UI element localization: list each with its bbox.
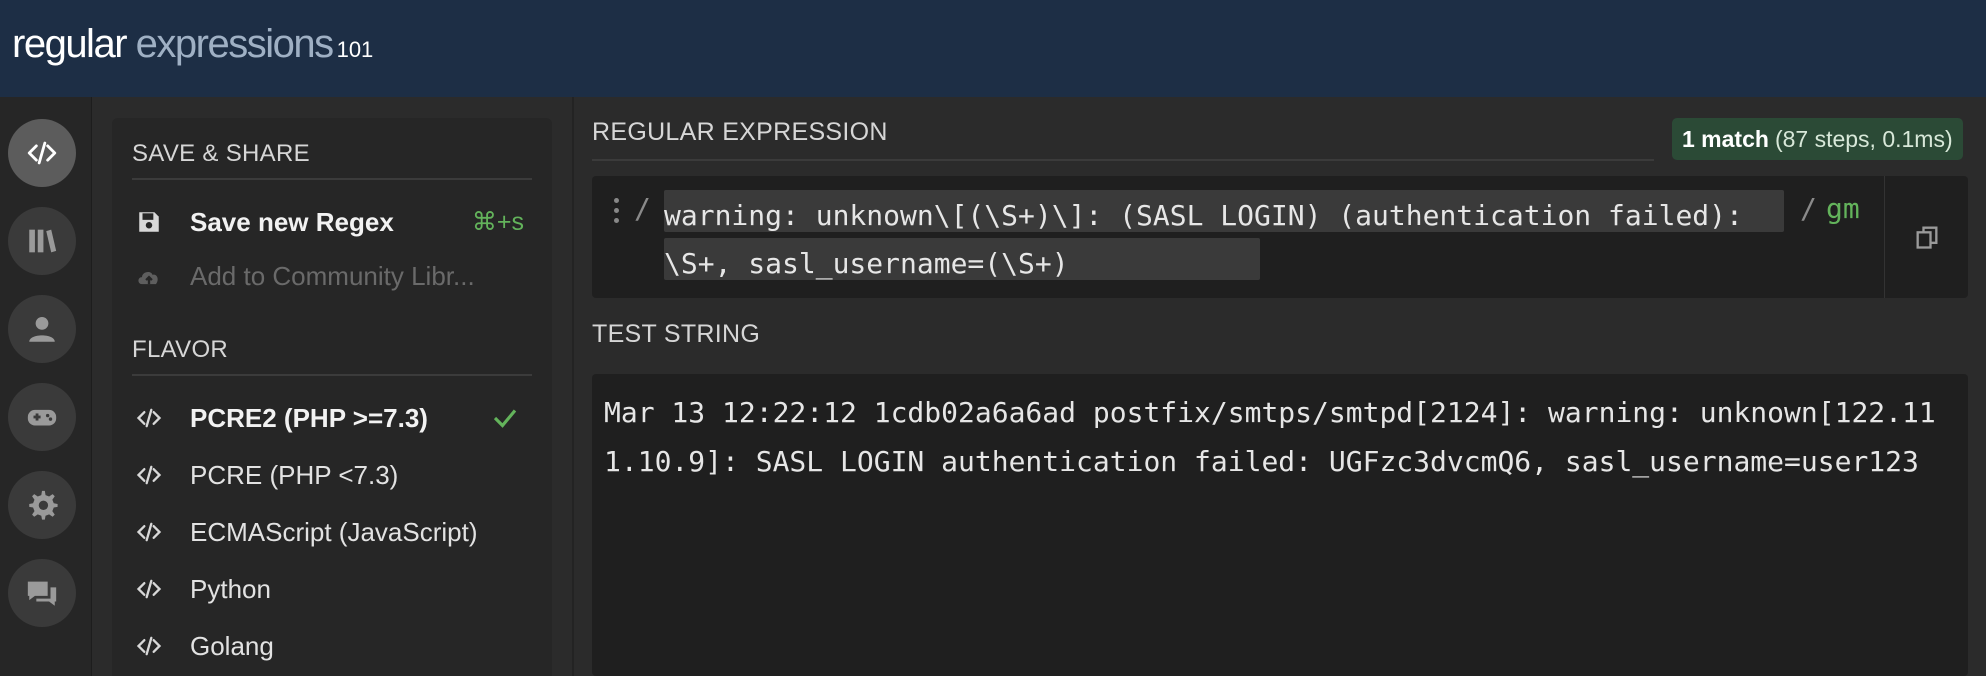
test-string-editor[interactable]: Mar 13 12:22:12 1cdb02a6a6ad postfix/smt…: [592, 374, 1968, 676]
code-icon: [132, 572, 166, 606]
test-string-input[interactable]: Mar 13 12:22:12 1cdb02a6a6ad postfix/smt…: [604, 388, 1956, 486]
user-icon: [29, 316, 55, 342]
nav-account[interactable]: [8, 295, 76, 363]
regex-delimiter-open: /: [634, 192, 651, 225]
sidebar-panel: SAVE & SHARE Save new Regex ⌘+s Add to C…: [112, 118, 552, 676]
check-icon: [493, 409, 517, 428]
divider: [132, 374, 532, 376]
code-icon: [132, 629, 166, 663]
flavor-label: PCRE2 (PHP >=7.3): [190, 402, 428, 433]
nav-quiz[interactable]: [8, 383, 76, 451]
regex-flags-button[interactable]: gm: [1826, 192, 1860, 225]
app-logo[interactable]: regular expressions 101: [12, 22, 373, 67]
flavor-ecmascript[interactable]: ECMAScript (JavaScript): [132, 508, 532, 556]
nav-settings[interactable]: [8, 471, 76, 539]
flavor-label: PCRE (PHP <7.3): [190, 459, 399, 490]
match-info-badge: 1 match (87 steps, 0.1ms): [1672, 118, 1963, 160]
floppy-icon: [132, 205, 166, 239]
icon-sidebar: [0, 97, 92, 676]
regex-input[interactable]: warning: unknown\[(\S+)\]: (SASL LOGIN) …: [664, 192, 1784, 288]
save-shortcut: ⌘+s: [471, 208, 524, 236]
regex-editor[interactable]: / warning: unknown\[(\S+)\]: (SASL LOGIN…: [592, 176, 1968, 298]
code-icon: [132, 458, 166, 492]
gamepad-icon: [27, 409, 57, 426]
flavor-label: Python: [190, 573, 271, 604]
regex-section-title: REGULAR EXPRESSION: [592, 118, 888, 146]
chat-icon: [27, 581, 57, 606]
add-to-community-label: Add to Community Libr...: [190, 260, 475, 291]
flavor-pcre2[interactable]: PCRE2 (PHP >=7.3): [132, 394, 532, 442]
add-to-community-button[interactable]: Add to Community Libr...: [132, 252, 532, 300]
drag-handle-icon[interactable]: [614, 198, 622, 228]
flavor-golang[interactable]: Golang: [132, 622, 532, 670]
divider: [572, 97, 574, 676]
flavor-label: ECMAScript (JavaScript): [190, 516, 478, 547]
divider: [592, 159, 1654, 161]
copy-regex-button[interactable]: [1884, 176, 1968, 298]
code-icon: [132, 401, 166, 435]
divider: [132, 178, 532, 180]
save-regex-button[interactable]: Save new Regex ⌘+s: [132, 198, 532, 246]
copy-icon: [1916, 226, 1937, 249]
match-count: 1 match: [1682, 125, 1769, 152]
save-regex-label: Save new Regex: [190, 206, 394, 237]
top-bar: regular expressions 101: [0, 0, 1986, 97]
nav-community[interactable]: [8, 559, 76, 627]
flavor-label: Golang: [190, 630, 274, 661]
flavor-pcre[interactable]: PCRE (PHP <7.3): [132, 451, 532, 499]
flavor-python[interactable]: Python: [132, 565, 532, 613]
match-stats: (87 steps, 0.1ms): [1774, 125, 1953, 152]
gear-icon: [29, 490, 58, 520]
code-icon: [27, 141, 57, 165]
regex-delimiter-close: /: [1800, 192, 1817, 225]
nav-library[interactable]: [8, 207, 76, 275]
save-share-title: SAVE & SHARE: [132, 140, 310, 167]
nav-regex-editor[interactable]: [8, 119, 76, 187]
flavor-title: FLAVOR: [132, 336, 229, 363]
code-icon: [132, 515, 166, 549]
test-string-title: TEST STRING: [592, 320, 761, 348]
cloud-upload-icon: [132, 259, 166, 293]
library-icon: [29, 229, 57, 253]
